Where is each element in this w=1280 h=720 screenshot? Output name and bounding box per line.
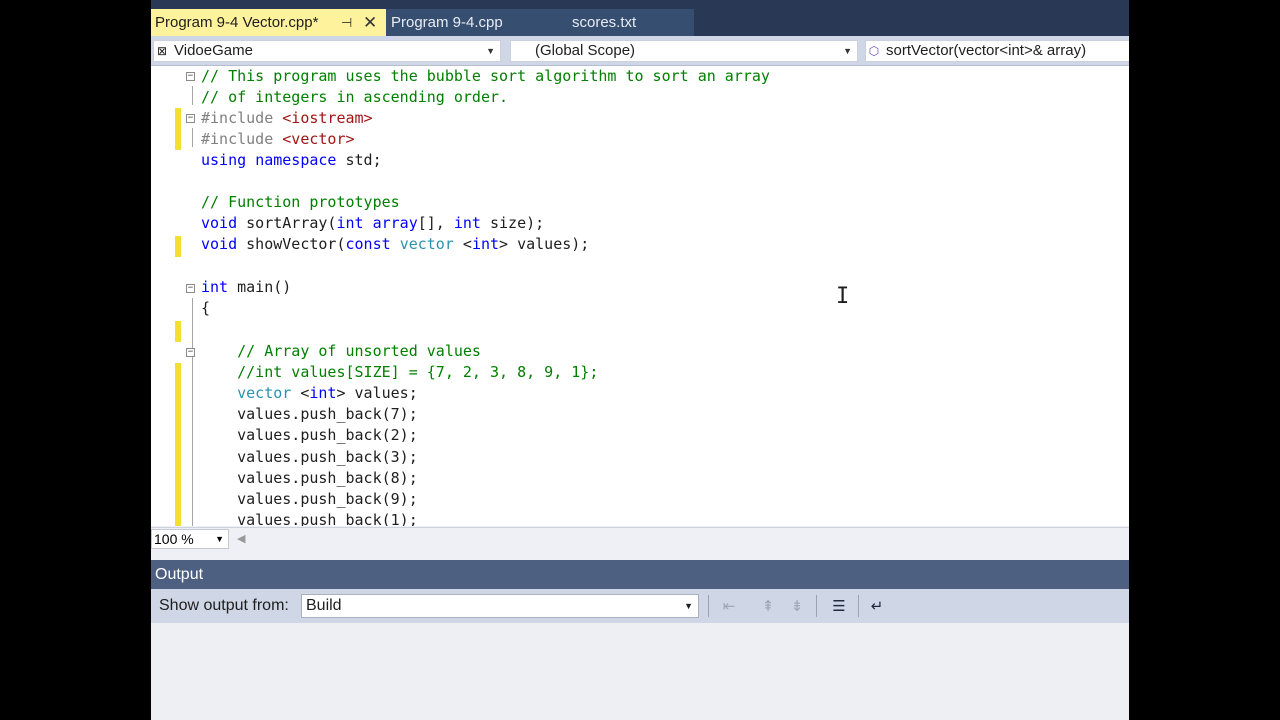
- project-icon: ⊠: [156, 44, 168, 58]
- zoom-dropdown[interactable]: 100 % ▼: [151, 529, 229, 549]
- output-source-value: Build: [306, 597, 342, 614]
- output-toolbar: Show output from: Build ▼ ⇤ ⇞ ⇟ ☰ ↵: [151, 589, 1129, 623]
- scroll-left-icon[interactable]: ◀: [237, 532, 245, 545]
- code-line: using namespace std;: [201, 151, 382, 169]
- change-marker: [175, 363, 181, 526]
- collapse-toggle[interactable]: −: [186, 348, 195, 357]
- tab-label: Program 9-4.cpp: [391, 14, 503, 31]
- outline-guide: [192, 86, 193, 105]
- member-dropdown[interactable]: ⬡ sortVector(vector<int>& array): [865, 40, 1129, 62]
- tab-scores[interactable]: scores.txt: [528, 9, 694, 36]
- code-line: // This program uses the bubble sort alg…: [201, 67, 770, 85]
- collapse-toggle[interactable]: −: [186, 72, 195, 81]
- code-line: values.push_back(3);: [201, 448, 418, 466]
- toolbar-separator: [858, 595, 859, 617]
- project-dropdown[interactable]: ⊠ VidoeGame ▼: [153, 40, 501, 62]
- tab-program-9-4[interactable]: Program 9-4.cpp: [386, 9, 528, 36]
- code-line: values.push_back(2);: [201, 426, 418, 444]
- code-line: values.push_back(8);: [201, 469, 418, 487]
- member-name: sortVector(vector<int>& array): [886, 42, 1087, 59]
- project-name: VidoeGame: [174, 42, 253, 59]
- chevron-down-icon: ▼: [486, 46, 495, 56]
- code-line: values.push_back(7);: [201, 405, 418, 423]
- cube-icon: ⬡: [868, 44, 880, 58]
- close-icon[interactable]: ✕: [363, 9, 377, 36]
- code-editor[interactable]: − − − − // This program uses the bubble …: [151, 66, 1129, 526]
- tab-label: Program 9-4 Vector.cpp*: [155, 14, 319, 31]
- visual-studio-window: Program 9-4 Vector.cpp* ⊣ ✕ Program 9-4.…: [151, 0, 1129, 720]
- collapse-toggle[interactable]: −: [186, 114, 195, 123]
- code-line: {: [201, 299, 211, 317]
- word-wrap-icon[interactable]: ↵: [866, 595, 888, 617]
- text-cursor-icon: I: [836, 284, 850, 309]
- outline-guide: [192, 298, 193, 526]
- document-tab-strip: Program 9-4 Vector.cpp* ⊣ ✕ Program 9-4.…: [151, 0, 1129, 36]
- code-line: void showVector(const vector <int> value…: [201, 235, 590, 253]
- code-line: // Array of unsorted values: [201, 342, 481, 360]
- change-marker: [175, 321, 181, 342]
- code-line: values.push_back(1);: [201, 511, 418, 526]
- toolbar-separator: [816, 595, 817, 617]
- change-marker: [175, 236, 181, 257]
- next-message-icon[interactable]: ⇟: [786, 595, 808, 617]
- chevron-down-icon: ▼: [684, 601, 693, 611]
- header-token: <iostream>: [282, 109, 373, 127]
- code-line: vector <int> values;: [237, 384, 418, 402]
- clear-all-icon[interactable]: ☰: [828, 595, 850, 617]
- tab-program-9-4-vector[interactable]: Program 9-4 Vector.cpp* ⊣ ✕: [151, 9, 386, 36]
- header-token: <vector>: [282, 130, 355, 148]
- preprocessor-token: #include: [201, 130, 274, 148]
- preprocessor-token: #include: [201, 109, 274, 127]
- show-output-label: Show output from:: [159, 597, 289, 614]
- outline-guide: [192, 128, 193, 147]
- navigation-bar: ⊠ VidoeGame ▼ (Global Scope) ▼ ⬡ sortVecto…: [151, 36, 1129, 66]
- code-line: values.push_back(9);: [201, 490, 418, 508]
- toolbar-separator: [708, 595, 709, 617]
- editor-status-row: 100 % ▼ ◀: [151, 527, 1129, 550]
- chevron-down-icon: ▼: [215, 534, 224, 544]
- tab-label: scores.txt: [572, 14, 637, 31]
- output-source-dropdown[interactable]: Build ▼: [301, 594, 699, 618]
- find-message-icon[interactable]: ⇤: [718, 595, 740, 617]
- scope-dropdown[interactable]: (Global Scope) ▼: [510, 40, 858, 62]
- code-line: // Function prototypes: [201, 193, 400, 211]
- code-line: #include <vector>: [201, 129, 355, 150]
- zoom-level: 100 %: [154, 531, 194, 547]
- code-line: int main(): [201, 278, 292, 296]
- code-line: // of integers in ascending order.: [201, 88, 509, 106]
- scope-name: (Global Scope): [535, 42, 636, 59]
- code-line: //int values[SIZE] = {7, 2, 3, 8, 9, 1};: [201, 363, 599, 381]
- previous-message-icon[interactable]: ⇞: [757, 595, 779, 617]
- output-panel-title: Output: [151, 560, 1129, 589]
- collapse-toggle[interactable]: −: [186, 284, 195, 293]
- chevron-down-icon: ▼: [843, 46, 852, 56]
- pin-icon[interactable]: ⊣: [341, 9, 352, 36]
- output-content[interactable]: [151, 623, 1129, 720]
- code-line: #include <iostream>: [201, 108, 373, 129]
- change-marker: [175, 108, 181, 150]
- code-line: void sortArray(int array[], int size);: [201, 214, 545, 232]
